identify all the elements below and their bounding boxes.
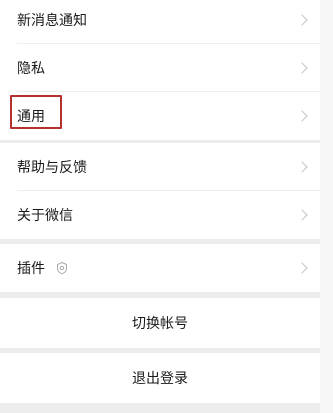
new-message-notification-item[interactable]: 新消息通知	[0, 0, 320, 44]
chevron-right-icon	[296, 161, 308, 173]
chevron-right-icon	[296, 262, 308, 274]
help-feedback-label: 帮助与反馈	[17, 160, 87, 176]
logout-button[interactable]: 退出登录	[0, 353, 320, 403]
wechat-settings-page: 新消息通知 隐私 通用 帮助与反馈 关于微信 插件 切换帐号 退出登录	[0, 0, 333, 413]
switch-account-group: 切换帐号	[0, 298, 320, 348]
plugins-item[interactable]: 插件	[0, 244, 320, 292]
about-wechat-item[interactable]: 关于微信	[0, 191, 320, 239]
general-item[interactable]: 通用	[0, 92, 320, 140]
settings-group-1: 新消息通知 隐私 通用	[0, 0, 320, 140]
about-wechat-label: 关于微信	[17, 208, 73, 224]
chevron-right-icon	[296, 110, 308, 122]
chevron-right-icon	[296, 62, 308, 74]
switch-account-button[interactable]: 切换帐号	[0, 298, 320, 348]
chevron-right-icon	[296, 209, 308, 221]
new-message-notification-label: 新消息通知	[17, 13, 87, 29]
privacy-label: 隐私	[17, 61, 45, 77]
plugins-label: 插件	[17, 261, 45, 277]
general-label: 通用	[17, 109, 45, 125]
settings-group-2: 帮助与反馈 关于微信	[0, 143, 320, 239]
settings-group-3: 插件	[0, 244, 320, 292]
right-edge-strip	[320, 0, 333, 413]
switch-account-label: 切换帐号	[132, 316, 188, 332]
plugin-icon	[57, 261, 67, 275]
help-feedback-item[interactable]: 帮助与反馈	[0, 143, 320, 191]
privacy-item[interactable]: 隐私	[0, 44, 320, 92]
logout-label: 退出登录	[132, 371, 188, 387]
logout-group: 退出登录	[0, 353, 320, 403]
chevron-right-icon	[296, 14, 308, 26]
